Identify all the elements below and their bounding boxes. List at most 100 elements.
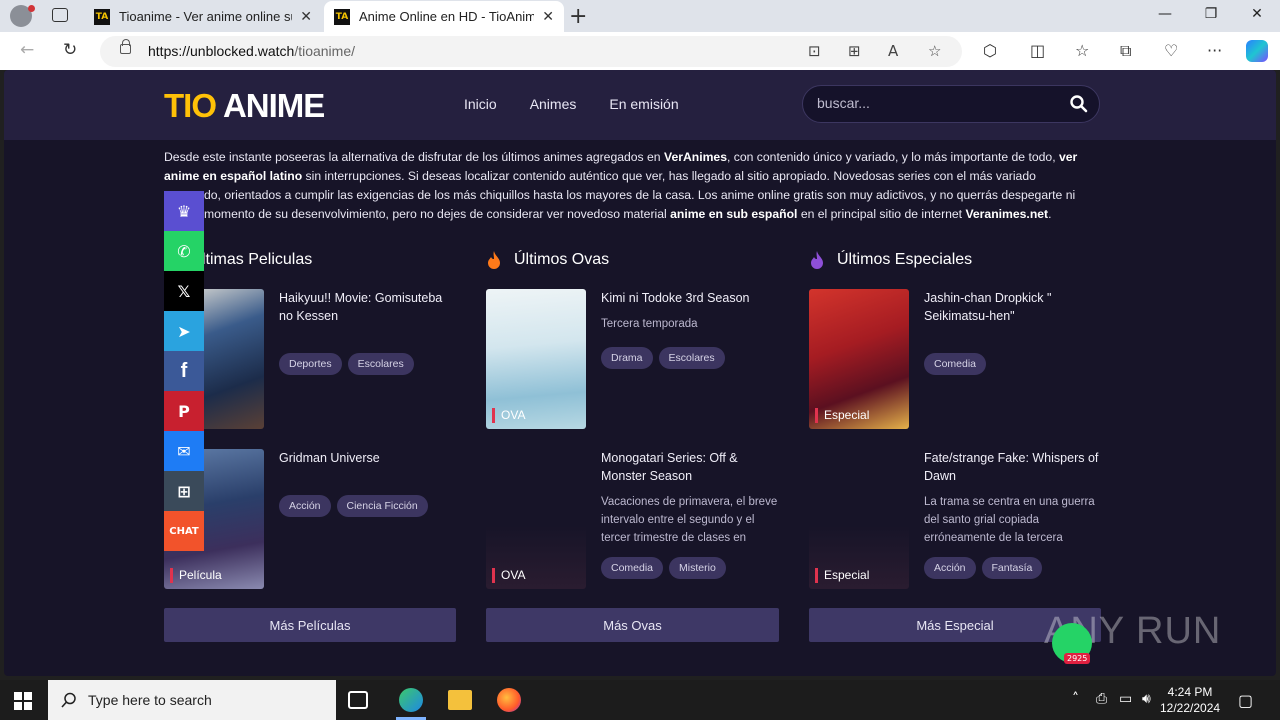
- more-menu-icon[interactable]: ···: [1207, 41, 1222, 60]
- firefox-icon[interactable]: [497, 688, 521, 712]
- site-header: TIO ANIME Inicio Animes En emisión: [4, 70, 1276, 140]
- page-viewport: TIO ANIME Inicio Animes En emisión Desde…: [4, 70, 1276, 676]
- network-icon[interactable]: ▭: [1119, 691, 1132, 707]
- genre-tag[interactable]: Fantasía: [981, 557, 1043, 579]
- refresh-icon[interactable]: ↻: [63, 40, 77, 60]
- anime-card[interactable]: Película Gridman Universe Acción Ciencia…: [164, 449, 460, 609]
- anime-title[interactable]: Jashin-chan Dropkick " Seikimatsu-hen": [924, 289, 1104, 325]
- qr-code-icon[interactable]: ⊞: [164, 471, 204, 511]
- crown-icon[interactable]: ♛: [164, 191, 204, 231]
- genre-tag[interactable]: Escolares: [347, 353, 414, 375]
- genre-tag[interactable]: Comedia: [601, 557, 664, 579]
- file-explorer-icon[interactable]: [448, 690, 472, 710]
- collections-icon[interactable]: ⧉: [1120, 41, 1131, 61]
- genre-tag[interactable]: Deportes: [279, 353, 342, 375]
- minimize-icon[interactable]: —: [1142, 6, 1188, 22]
- anime-card[interactable]: OVA Kimi ni Todoke 3rd Season Tercera te…: [486, 289, 782, 449]
- tab-title: Anime Online en HD - TioAnime: [359, 9, 535, 24]
- restore-icon[interactable]: ❐: [1188, 6, 1234, 22]
- genre-tags: Comedia Misterio: [601, 557, 781, 579]
- type-badge: Película: [170, 568, 222, 583]
- anime-title[interactable]: Fate/strange Fake: Whispers of Dawn: [924, 449, 1104, 485]
- tioanime-favicon-icon: TA: [94, 8, 110, 25]
- split-screen-icon[interactable]: ◫: [1030, 41, 1045, 60]
- facebook-icon[interactable]: f: [164, 351, 204, 391]
- anime-description: Vacaciones de primavera, el breve interv…: [601, 496, 778, 544]
- tioanime-favicon-icon: TA: [334, 8, 350, 25]
- chat-button[interactable]: CHAT: [164, 511, 204, 551]
- anime-title[interactable]: Gridman Universe: [279, 449, 459, 467]
- search-input[interactable]: [817, 95, 1057, 111]
- genre-tag[interactable]: Escolares: [658, 347, 725, 369]
- anime-card[interactable]: Especial Fate/strange Fake: Whispers of …: [809, 449, 1105, 609]
- windows-start-icon[interactable]: [14, 692, 32, 710]
- poster-image[interactable]: OVA: [486, 449, 586, 589]
- x-icon[interactable]: 𝕏: [164, 271, 204, 311]
- favorite-star-icon[interactable]: ☆: [928, 42, 941, 60]
- genre-tag[interactable]: Acción: [924, 557, 976, 579]
- read-aloud-icon[interactable]: A: [888, 42, 898, 60]
- poster-image[interactable]: Especial: [809, 289, 909, 429]
- anime-description: Tercera temporada: [601, 318, 698, 330]
- genre-tag[interactable]: Comedia: [924, 353, 987, 375]
- flame-icon: [811, 251, 823, 269]
- address-bar[interactable]: https://unblocked.watch/tioanime/ ⊡ ⊞ A …: [100, 36, 962, 67]
- section-especiales: Últimos Especiales Especial Jashin-chan …: [809, 248, 1105, 609]
- anime-title[interactable]: Monogatari Series: Off & Monster Season: [601, 449, 781, 485]
- anime-card[interactable]: cula Haikyuu!! Movie: Gomisuteba no Kess…: [164, 289, 460, 449]
- genre-tags: Acción Fantasía: [924, 557, 1104, 579]
- qr-icon[interactable]: ⊞: [848, 42, 861, 60]
- notifications-icon[interactable]: ▢: [1238, 691, 1253, 710]
- browser-essentials-icon[interactable]: ♡: [1164, 41, 1178, 60]
- type-badge: Especial: [815, 408, 869, 423]
- taskbar-clock[interactable]: 4:24 PM 12/22/2024: [1160, 684, 1220, 716]
- network-meeting-icon[interactable]: ⎙: [1096, 691, 1107, 707]
- tab-actions-icon[interactable]: [52, 8, 68, 22]
- site-logo[interactable]: TIO ANIME: [164, 87, 325, 125]
- poster-image[interactable]: OVA: [486, 289, 586, 429]
- tray-chevron-icon[interactable]: ˄: [1072, 691, 1079, 707]
- taskbar-search[interactable]: Type here to search: [48, 680, 336, 720]
- volume-icon[interactable]: 🔊︎: [1142, 691, 1151, 707]
- genre-tag[interactable]: Acción: [279, 495, 331, 517]
- nav-inicio[interactable]: Inicio: [464, 96, 497, 112]
- back-icon[interactable]: ←: [20, 40, 34, 60]
- nav-en-emision[interactable]: En emisión: [609, 96, 678, 112]
- poster-image[interactable]: Especial: [809, 449, 909, 589]
- tab-anime-online[interactable]: TA Anime Online en HD - TioAnime ✕: [324, 1, 564, 32]
- telegram-icon[interactable]: ➤: [164, 311, 204, 351]
- type-badge: Especial: [815, 568, 869, 583]
- edge-icon[interactable]: [399, 688, 423, 712]
- anime-title[interactable]: Kimi ni Todoke 3rd Season: [601, 289, 781, 307]
- window-close-icon[interactable]: ✕: [1234, 6, 1280, 22]
- section-title: Últimos Especiales: [809, 248, 1105, 272]
- anime-card[interactable]: Especial Jashin-chan Dropkick " Seikimat…: [809, 289, 1105, 449]
- section-ovas: Últimos Ovas OVA Kimi ni Todoke 3rd Seas…: [486, 248, 782, 609]
- favorites-icon[interactable]: ☆: [1075, 41, 1089, 60]
- genre-tag[interactable]: Ciencia Ficción: [336, 495, 428, 517]
- tab-tioanime-sub[interactable]: TA Tioanime - Ver anime online sub ✕: [84, 1, 322, 32]
- section-peliculas: ltimas Peliculas cula Haikyuu!! Movie: G…: [164, 248, 460, 609]
- taskbar-search-placeholder: Type here to search: [88, 692, 212, 708]
- task-view-icon[interactable]: [348, 691, 368, 709]
- copilot-icon[interactable]: [1246, 40, 1268, 62]
- lock-icon[interactable]: [120, 39, 131, 54]
- anime-card[interactable]: OVA Monogatari Series: Off & Monster Sea…: [486, 449, 782, 609]
- genre-tag[interactable]: Drama: [601, 347, 653, 369]
- extensions-icon[interactable]: ⬡: [983, 41, 997, 60]
- clock-date: 12/22/2024: [1160, 701, 1221, 715]
- close-icon[interactable]: ✕: [300, 9, 312, 25]
- search-icon[interactable]: [1069, 94, 1089, 114]
- more-peliculas-button[interactable]: Más Películas: [164, 608, 456, 642]
- genre-tag[interactable]: Misterio: [669, 557, 726, 579]
- anime-title[interactable]: Haikyuu!! Movie: Gomisuteba no Kessen: [279, 289, 459, 325]
- nav-animes[interactable]: Animes: [530, 96, 577, 112]
- close-icon[interactable]: ✕: [542, 9, 554, 25]
- pinterest-icon[interactable]: P: [164, 391, 204, 431]
- whatsapp-icon[interactable]: ✆: [164, 231, 204, 271]
- main-nav: Inicio Animes En emisión: [464, 96, 712, 112]
- messenger-icon[interactable]: ✉: [164, 431, 204, 471]
- app-available-icon[interactable]: ⊡: [808, 42, 821, 60]
- more-ovas-button[interactable]: Más Ovas: [486, 608, 779, 642]
- new-tab-icon[interactable]: +: [569, 4, 587, 29]
